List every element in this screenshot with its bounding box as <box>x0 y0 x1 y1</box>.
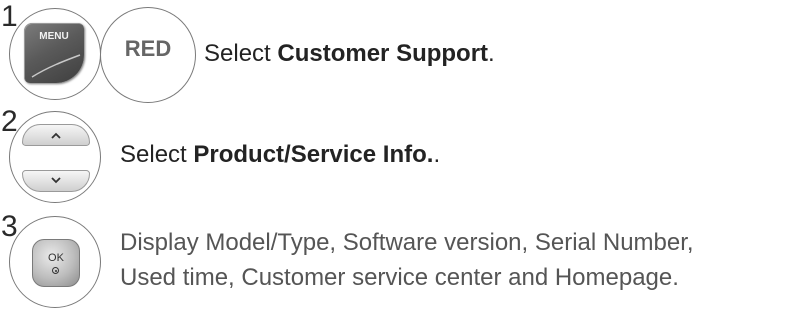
instruction-suffix: . <box>433 141 441 168</box>
chevron-down-icon <box>51 177 61 184</box>
ok-button-circle: OK <box>9 216 101 308</box>
step-number: 1 <box>1 0 18 33</box>
step-1-instruction: Select Customer Support. <box>204 38 495 70</box>
ok-label: OK <box>48 252 64 264</box>
instruction-prefix: Select <box>204 40 278 67</box>
instruction-bold: Customer Support <box>277 40 489 67</box>
step-2-instruction: Select Product/Service Info.. <box>120 139 440 171</box>
down-button[interactable] <box>22 170 90 192</box>
menu-curve-icon <box>31 54 81 78</box>
instruction-suffix: . <box>488 40 495 67</box>
up-button[interactable] <box>22 124 90 146</box>
nav-button-circle <box>9 111 101 203</box>
red-button[interactable]: RED <box>100 7 196 103</box>
red-button-label: RED <box>124 36 172 61</box>
instruction-bold: Product/Service Info. <box>193 141 434 168</box>
ok-dot-icon <box>52 267 59 274</box>
menu-button-circle: MENU <box>9 8 101 100</box>
menu-button[interactable]: MENU <box>24 23 84 83</box>
step-3-line-1: Display Model/Type, Software version, Se… <box>120 229 694 256</box>
ok-button[interactable]: OK <box>32 239 80 287</box>
chevron-up-icon <box>51 132 61 139</box>
instruction-prefix: Select <box>120 141 194 168</box>
step-3-line-2: Used time, Customer service center and H… <box>120 264 679 291</box>
